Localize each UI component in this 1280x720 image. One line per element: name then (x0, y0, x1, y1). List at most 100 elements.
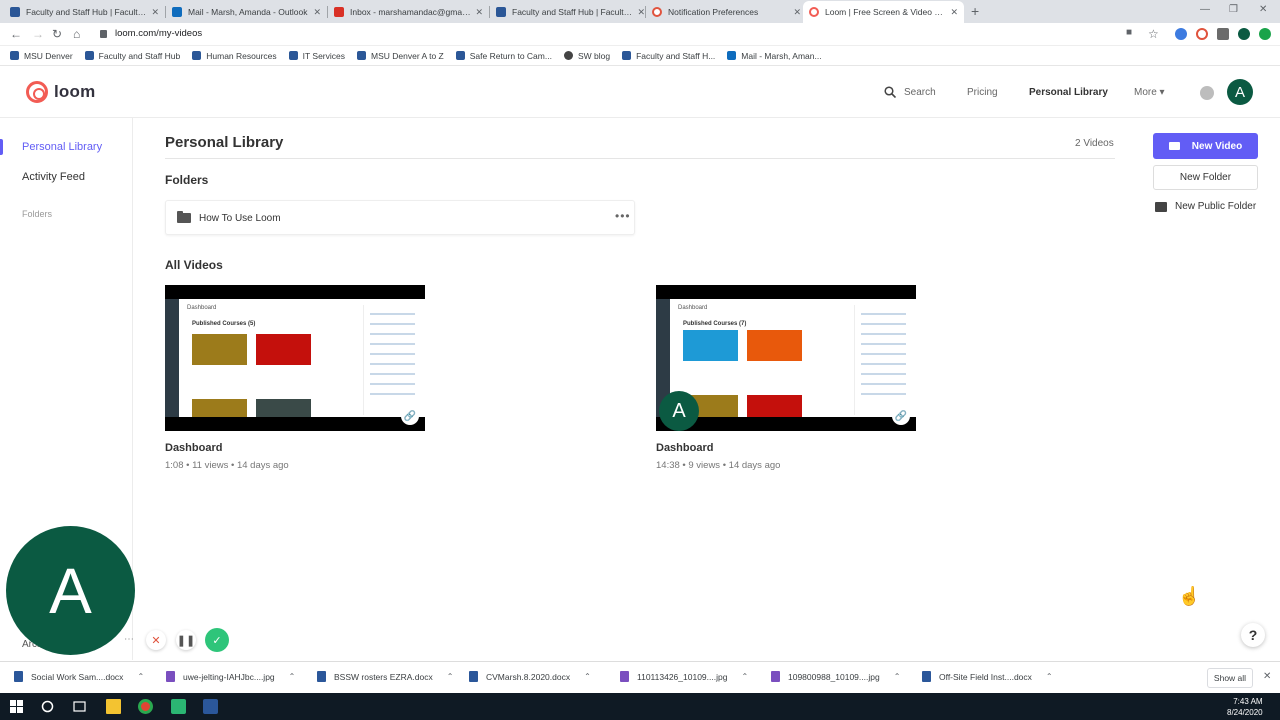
chrome-icon[interactable] (138, 699, 153, 714)
file-explorer-icon[interactable] (106, 699, 121, 714)
download-item[interactable]: Social Work Sam....docx ⌃ (14, 671, 144, 682)
bookmark-item[interactable]: Mail - Marsh, Aman... (727, 51, 822, 61)
close-tab-icon[interactable]: ✕ (151, 7, 159, 18)
close-tab-icon[interactable]: ✕ (950, 7, 958, 18)
browser-tab[interactable]: Mail - Marsh, Amanda - Outlook ✕ (166, 1, 327, 23)
windows-start-icon[interactable] (9, 699, 24, 714)
all-videos-heading: All Videos (165, 258, 223, 272)
download-item[interactable]: 110113426_10109....jpg ⌃ (620, 671, 748, 682)
bookmark-item[interactable]: Safe Return to Cam... (455, 51, 552, 61)
chevron-up-icon[interactable]: ⌃ (447, 672, 454, 681)
bookmark-item[interactable]: IT Services (288, 51, 345, 61)
personal-library-link[interactable]: Personal Library (1029, 87, 1108, 98)
taskbar-clock[interactable]: 7:43 AM 8/24/2020 (1227, 696, 1263, 718)
download-item[interactable]: 109800988_10109....jpg ⌃ (771, 671, 900, 682)
update-icon[interactable] (1259, 28, 1271, 40)
copy-link-icon[interactable]: 🔗 (892, 407, 910, 425)
tab-title: Mail - Marsh, Amanda - Outlook (188, 7, 308, 17)
chevron-up-icon[interactable]: ⌃ (137, 672, 144, 681)
back-icon[interactable]: ← (10, 27, 22, 41)
bookmark-item[interactable]: Faculty and Staff Hub (84, 51, 180, 61)
close-tab-icon[interactable]: ✕ (313, 7, 321, 18)
cancel-recording-icon[interactable]: ✕ (146, 630, 166, 650)
bookmark-item[interactable]: Human Resources (192, 51, 277, 61)
minimize-icon[interactable]: — (1200, 4, 1210, 15)
user-avatar[interactable]: A (1227, 79, 1253, 105)
close-tab-icon[interactable]: ✕ (793, 7, 801, 18)
download-item[interactable]: BSSW rosters EZRA.docx ⌃ (317, 671, 453, 682)
home-icon[interactable]: ⌂ (73, 27, 80, 41)
profile-icon[interactable] (1238, 28, 1250, 40)
video-thumbnail[interactable]: Dashboard Published Courses (7) A 🔗 (656, 285, 916, 431)
new-folder-button[interactable]: New Folder (1153, 165, 1258, 190)
bookmark-item[interactable]: Faculty and Staff H... (622, 51, 715, 61)
chevron-up-icon[interactable]: ⌃ (289, 672, 296, 681)
chevron-up-icon[interactable]: ⌃ (584, 672, 591, 681)
bookmark-star-icon[interactable]: ☆ (1148, 27, 1159, 41)
folder-icon (177, 211, 191, 223)
reload-icon[interactable]: ↻ (52, 27, 62, 41)
search-icon[interactable] (884, 86, 896, 98)
forward-icon[interactable]: → (32, 27, 44, 41)
url-field[interactable]: loom.com/my-videos (100, 28, 202, 39)
bookmark-favicon-icon (563, 51, 573, 60)
video-thumbnail[interactable]: Dashboard Published Courses (5) 🔗 (165, 285, 425, 431)
browser-tab[interactable]: Notification Preferences ✕ (646, 1, 807, 23)
sidebar-item-personal-library[interactable]: Personal Library (22, 141, 102, 153)
word-icon[interactable] (203, 699, 218, 714)
browser-tab-active[interactable]: Loom | Free Screen & Video Reco ✕ (803, 1, 964, 23)
camera-indicator-icon[interactable]: ■ (1126, 27, 1132, 38)
bookmark-item[interactable]: MSU Denver A to Z (357, 51, 444, 61)
help-button[interactable]: ? (1241, 623, 1265, 647)
more-options-icon[interactable]: ••• (615, 209, 631, 223)
video-card[interactable]: Dashboard Published Courses (5) 🔗 Dashbo… (165, 285, 425, 471)
chevron-up-icon[interactable]: ⌃ (894, 672, 901, 681)
new-video-button[interactable]: New Video (1153, 133, 1258, 159)
video-camera-icon (1168, 142, 1180, 150)
sidebar-item-activity-feed[interactable]: Activity Feed (22, 171, 85, 183)
browser-tab[interactable]: Faculty and Staff Hub | Faculty ar ✕ (4, 1, 165, 23)
browser-tab[interactable]: Faculty and Staff Hub | Faculty ar ✕ (490, 1, 651, 23)
puzzle-icon[interactable] (1217, 28, 1229, 40)
app-icon[interactable] (171, 699, 186, 714)
bookmark-favicon-icon (84, 51, 94, 60)
search-icon[interactable] (40, 699, 55, 714)
thumbnail-courses-label: Published Courses (7) (683, 321, 747, 327)
camera-bubble[interactable]: A (6, 526, 135, 655)
finish-recording-icon[interactable]: ✓ (205, 628, 229, 652)
loom-extension-icon[interactable] (1196, 28, 1208, 40)
chevron-up-icon[interactable]: ⌃ (741, 672, 748, 681)
close-tab-icon[interactable]: ✕ (637, 7, 645, 18)
close-downloads-icon[interactable]: ✕ (1263, 671, 1271, 682)
search-link[interactable]: Search (904, 87, 936, 98)
new-tab-icon[interactable]: + (971, 3, 979, 19)
more-menu[interactable]: More ▾ (1134, 87, 1165, 98)
pricing-link[interactable]: Pricing (967, 87, 998, 98)
public-folder-icon (1155, 201, 1167, 212)
thumbnail-todo-list (363, 305, 419, 415)
tab-title: Faculty and Staff Hub | Faculty ar (26, 7, 148, 17)
bookmark-item[interactable]: MSU Denver (10, 51, 73, 61)
loom-logo[interactable]: loom (26, 81, 95, 103)
download-item[interactable]: CVMarsh.8.2020.docx ⌃ (469, 671, 591, 682)
bookmark-item[interactable]: SW blog (563, 51, 610, 61)
chevron-up-icon[interactable]: ⌃ (1046, 672, 1053, 681)
folder-card[interactable]: How To Use Loom ••• (165, 200, 635, 235)
notification-bell-icon[interactable] (1200, 86, 1214, 100)
show-all-button[interactable]: Show all (1207, 668, 1253, 688)
browser-tab[interactable]: Inbox - marshamandac@gmail.co ✕ (328, 1, 489, 23)
recorder-options-icon[interactable]: ⋯ (124, 634, 134, 645)
extension-icon[interactable] (1175, 28, 1187, 40)
download-item[interactable]: Off-Site Field Inst....docx ⌃ (922, 671, 1053, 682)
close-window-icon[interactable]: ✕ (1259, 4, 1267, 15)
close-tab-icon[interactable]: ✕ (475, 7, 483, 18)
restore-icon[interactable]: ❐ (1229, 4, 1238, 15)
video-card[interactable]: Dashboard Published Courses (7) A 🔗 Dash… (656, 285, 916, 471)
download-item[interactable]: uwe-jelting-IAHJbc....jpg ⌃ (166, 671, 295, 682)
new-public-folder-button[interactable]: New Public Folder (1155, 201, 1256, 212)
pause-recording-icon[interactable]: ❚❚ (176, 630, 196, 650)
task-view-icon[interactable] (72, 699, 87, 714)
copy-link-icon[interactable]: 🔗 (401, 407, 419, 425)
video-title[interactable]: Dashboard (656, 442, 916, 454)
video-title[interactable]: Dashboard (165, 442, 425, 454)
